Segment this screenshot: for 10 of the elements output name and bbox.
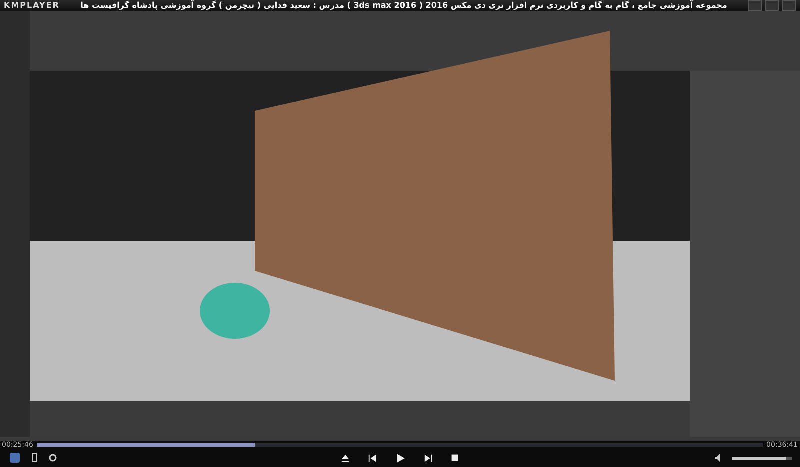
app-name: KMPLAYER <box>4 1 60 10</box>
eject-button[interactable] <box>341 454 350 463</box>
phone-icon <box>30 453 40 464</box>
seek-bar[interactable] <box>37 443 763 448</box>
previous-button[interactable] <box>368 454 377 463</box>
stop-button[interactable] <box>451 454 459 462</box>
play-button[interactable] <box>395 452 406 464</box>
next-button[interactable] <box>424 454 433 463</box>
window-title: مجموعه آموزشی جامع ، گام به گام و کاربردی نرم افزار تری دی مکس 2016 ( 3ds max 2016 ) مدرس : سعید فدایی ( تیچرمن ) گروه آموزشی پادشاه گرافیست ها <box>80 1 728 10</box>
settings-icon <box>48 453 58 464</box>
